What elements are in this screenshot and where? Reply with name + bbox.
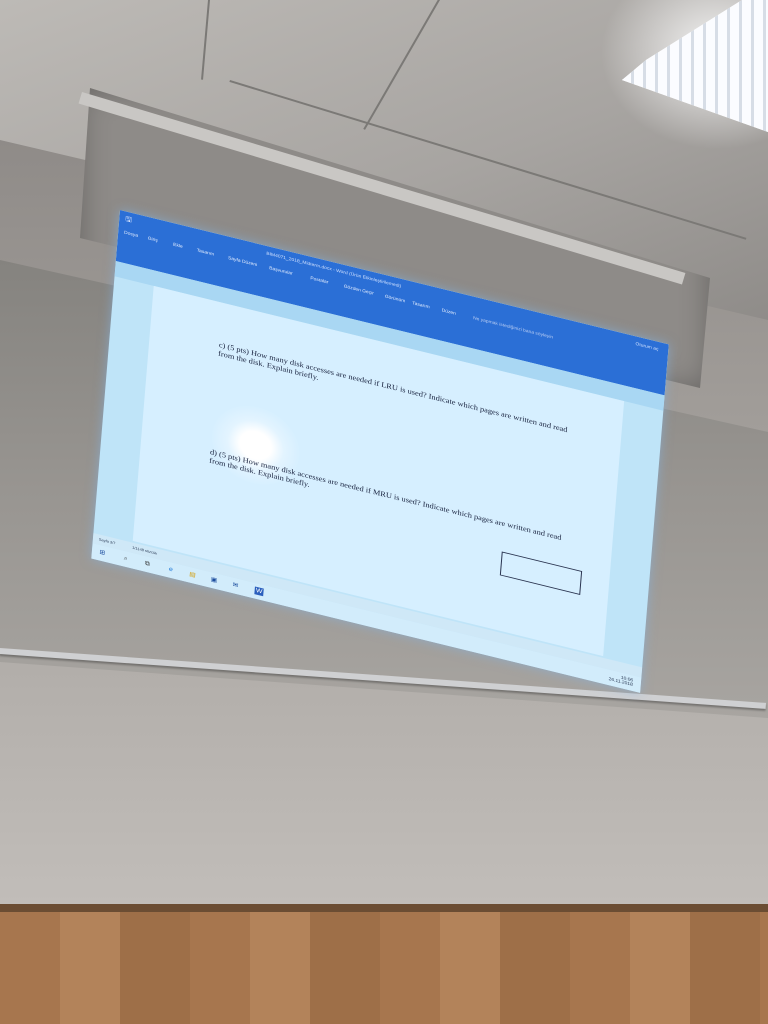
tab-table-design[interactable]: Tasarım bbox=[412, 301, 430, 310]
tab-review[interactable]: Gözden Geçir bbox=[343, 284, 374, 297]
word-icon[interactable]: W bbox=[254, 586, 264, 597]
tab-view[interactable]: Görünüm bbox=[385, 294, 406, 304]
tab-references[interactable]: Başvurular bbox=[269, 266, 293, 277]
tab-file[interactable]: Dosya bbox=[124, 230, 138, 239]
save-icon[interactable]: 🖫 bbox=[125, 214, 133, 228]
task-view-icon[interactable]: ⧉ bbox=[143, 559, 152, 569]
question-text: (5 pts) How many disk accesses are neede… bbox=[209, 449, 562, 542]
page-count[interactable]: Sayfa 3/7 bbox=[99, 537, 116, 545]
tell-me-search[interactable]: Ne yapmak istediğinizi bana söyleyin bbox=[473, 316, 554, 341]
edge-browser-icon[interactable]: e bbox=[166, 565, 175, 575]
question-d: d) (5 pts) How many disk accesses are ne… bbox=[209, 447, 563, 550]
system-tray-clock[interactable]: 10:06 26.11.2018 bbox=[608, 673, 633, 687]
answer-box[interactable] bbox=[499, 551, 583, 595]
search-icon[interactable]: ⌕ bbox=[121, 554, 130, 564]
tab-design[interactable]: Tasarım bbox=[196, 248, 214, 257]
file-explorer-icon[interactable]: ▤ bbox=[188, 570, 197, 580]
tab-insert[interactable]: Ekle bbox=[173, 242, 183, 249]
store-icon[interactable]: ▣ bbox=[209, 575, 218, 585]
windows-start-icon[interactable]: ⊞ bbox=[98, 548, 107, 558]
tab-mailings[interactable]: Postalar bbox=[310, 276, 328, 286]
wooden-floor bbox=[0, 912, 768, 1024]
tab-table-layout[interactable]: Düzen bbox=[441, 308, 456, 317]
tab-layout[interactable]: Sayfa Düzeni bbox=[228, 256, 258, 268]
login-link[interactable]: Oturum aç bbox=[635, 341, 658, 352]
tab-home[interactable]: Giriş bbox=[147, 236, 157, 244]
mail-icon[interactable]: ✉ bbox=[231, 581, 240, 591]
